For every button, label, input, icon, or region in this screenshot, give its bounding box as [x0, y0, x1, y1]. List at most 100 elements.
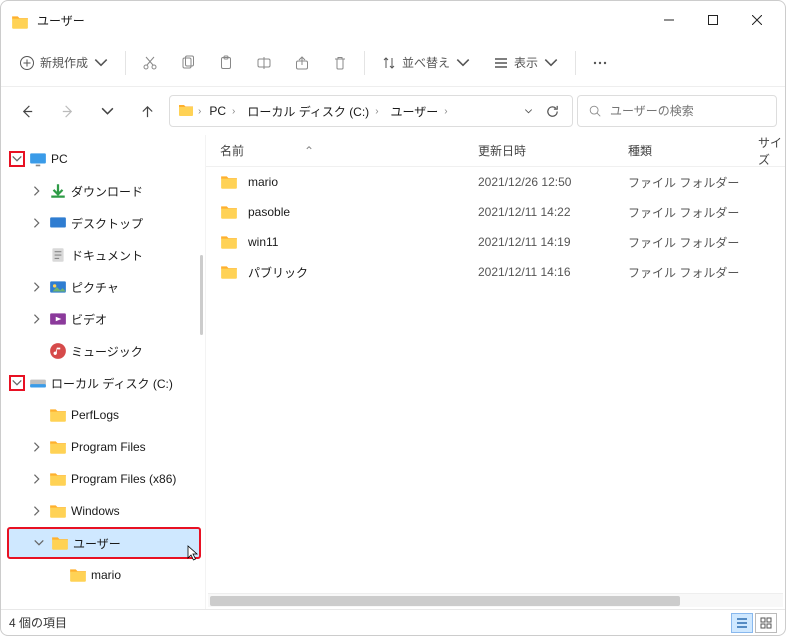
tree-item-perflogs[interactable]: PerfLogs [7, 399, 205, 431]
expand-toggle[interactable] [29, 471, 45, 487]
delete-button[interactable] [322, 45, 358, 81]
divider [364, 51, 365, 75]
file-row[interactable]: mario2021/12/26 12:50ファイル フォルダー [206, 167, 785, 197]
cut-button[interactable] [132, 45, 168, 81]
tree-item-downloads[interactable]: ダウンロード [7, 175, 205, 207]
folder-icon [69, 566, 87, 584]
tree-item-cdrive[interactable]: ローカル ディスク (C:) [7, 367, 205, 399]
tree-item-desktop[interactable]: デスクトップ [7, 207, 205, 239]
file-date: 2021/12/11 14:19 [478, 235, 628, 249]
forward-button[interactable] [49, 93, 85, 129]
chevron-down-icon [543, 55, 559, 71]
expand-toggle[interactable] [29, 215, 45, 231]
details-view-button[interactable] [731, 613, 753, 633]
tree-item-progfiles[interactable]: Program Files [7, 431, 205, 463]
tree-item-pc[interactable]: PC [7, 143, 205, 175]
address-bar[interactable]: › PC› ローカル ディスク (C:)› ユーザー› [169, 95, 573, 127]
file-type: ファイル フォルダー [628, 234, 758, 251]
minimize-button[interactable] [647, 5, 691, 35]
item-count: 4 個の項目 [9, 614, 67, 631]
file-row[interactable]: pasoble2021/12/11 14:22ファイル フォルダー [206, 197, 785, 227]
divider [575, 51, 576, 75]
expand-toggle[interactable] [29, 183, 45, 199]
tree-label: ミュージック [71, 343, 143, 360]
tree-label: mario [91, 568, 121, 582]
tree-item-users[interactable]: ユーザー [7, 527, 201, 559]
thumbnails-view-button[interactable] [755, 613, 777, 633]
chevron-down-icon [93, 55, 109, 71]
tree-label: PerfLogs [71, 408, 119, 422]
view-list-icon [493, 55, 509, 71]
folder-icon [49, 502, 67, 520]
file-row[interactable]: win112021/12/11 14:19ファイル フォルダー [206, 227, 785, 257]
search-input[interactable] [610, 104, 766, 118]
file-row[interactable]: パブリック2021/12/11 14:16ファイル フォルダー [206, 257, 785, 287]
horizontal-scrollbar[interactable] [208, 593, 783, 607]
folder-icon [220, 263, 238, 281]
col-size[interactable]: サイズ [758, 134, 785, 168]
col-type[interactable]: 種類 [628, 142, 758, 159]
new-label: 新規作成 [40, 54, 88, 71]
expand-toggle[interactable] [9, 151, 25, 167]
music-icon [49, 342, 67, 360]
share-button[interactable] [284, 45, 320, 81]
rename-button[interactable] [246, 45, 282, 81]
pc-icon [29, 150, 47, 168]
expand-toggle[interactable] [29, 279, 45, 295]
crumb-label: ローカル ディスク (C:) [247, 103, 369, 120]
search-box[interactable] [577, 95, 777, 127]
expand-toggle[interactable] [9, 375, 25, 391]
scrollbar-thumb[interactable] [200, 255, 203, 335]
status-bar: 4 個の項目 [1, 609, 785, 635]
expand-spacer [29, 247, 45, 263]
paste-button[interactable] [208, 45, 244, 81]
recent-dropdown[interactable] [89, 93, 125, 129]
tree-item-windows[interactable]: Windows [7, 495, 205, 527]
folder-icon [51, 534, 69, 552]
close-button[interactable] [735, 5, 779, 35]
sort-button[interactable]: 並べ替え [371, 45, 481, 81]
nav-bar: › PC› ローカル ディスク (C:)› ユーザー› [1, 87, 785, 135]
tree-item-mario[interactable]: mario [7, 559, 205, 591]
tree-item-music[interactable]: ミュージック [7, 335, 205, 367]
more-button[interactable] [582, 45, 618, 81]
copy-button[interactable] [170, 45, 206, 81]
tree-item-progfiles86[interactable]: Program Files (x86) [7, 463, 205, 495]
scissors-icon [142, 55, 158, 71]
expand-toggle[interactable] [29, 503, 45, 519]
refresh-icon[interactable] [545, 104, 560, 119]
rename-icon [256, 55, 272, 71]
tree-label: ローカル ディスク (C:) [51, 375, 173, 392]
nav-tree[interactable]: PC ダウンロード デスクトップ ドキュメント ピクチャ ビデオ [1, 135, 206, 609]
sort-icon [381, 55, 397, 71]
column-headers[interactable]: 名前 ⌃ 更新日時 種類 サイズ [206, 135, 785, 167]
plus-circle-icon [19, 55, 35, 71]
col-date[interactable]: 更新日時 [478, 142, 628, 159]
expand-toggle[interactable] [31, 535, 47, 551]
desktop-icon [49, 214, 67, 232]
breadcrumb-users[interactable]: ユーザー› [387, 96, 452, 126]
sort-indicator-icon: ⌃ [304, 144, 314, 158]
expand-toggle[interactable] [29, 311, 45, 327]
crumb-label: ユーザー [391, 103, 439, 120]
expand-toggle[interactable] [29, 439, 45, 455]
chevron-down-icon[interactable] [524, 107, 533, 116]
tree-item-videos[interactable]: ビデオ [7, 303, 205, 335]
chevron-down-icon [100, 104, 115, 119]
tree-item-documents[interactable]: ドキュメント [7, 239, 205, 271]
scrollbar-thumb[interactable] [210, 596, 680, 606]
tree-item-pictures[interactable]: ピクチャ [7, 271, 205, 303]
file-type: ファイル フォルダー [628, 204, 758, 221]
view-button[interactable]: 表示 [483, 45, 569, 81]
folder-icon [220, 233, 238, 251]
breadcrumb-pc[interactable]: PC› [205, 96, 239, 126]
new-button[interactable]: 新規作成 [9, 45, 119, 81]
breadcrumb-cdrive[interactable]: ローカル ディスク (C:)› [243, 96, 382, 126]
col-name[interactable]: 名前 [220, 142, 244, 159]
copy-icon [180, 55, 196, 71]
file-name: パブリック [248, 264, 308, 281]
maximize-button[interactable] [691, 5, 735, 35]
back-button[interactable] [9, 93, 45, 129]
up-button[interactable] [129, 93, 165, 129]
tree-label: PC [51, 152, 68, 166]
